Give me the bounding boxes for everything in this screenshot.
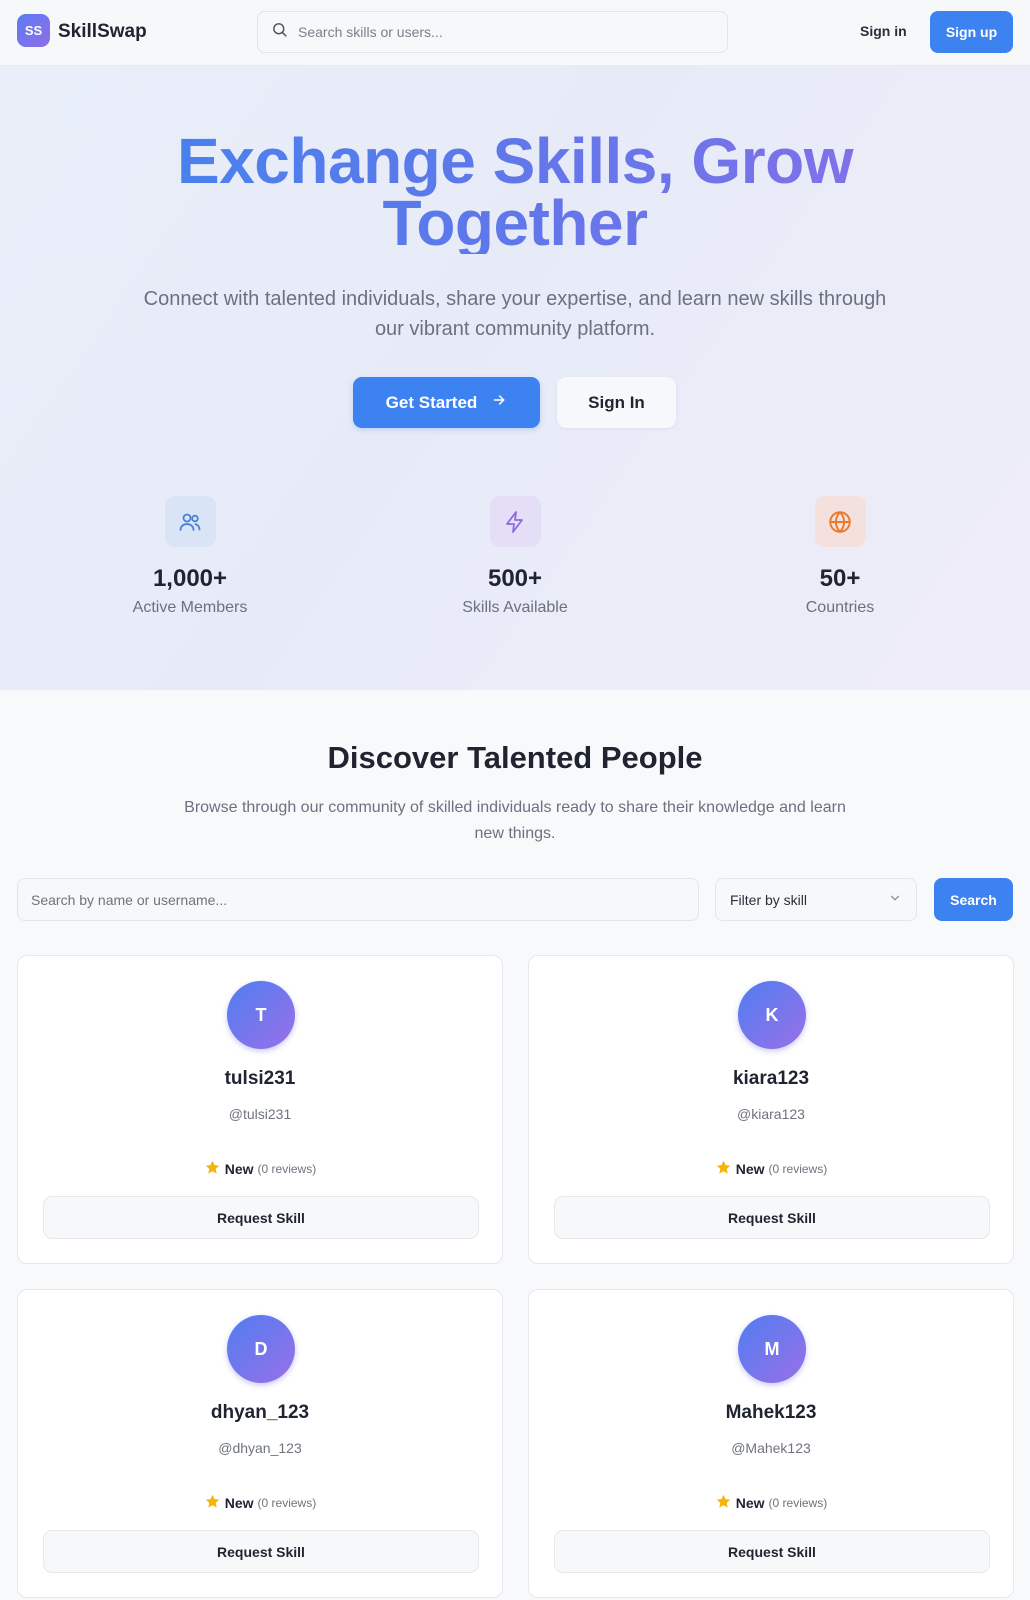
user-name[interactable]: kiara123 — [529, 1068, 1013, 1090]
chevron-down-icon — [888, 891, 902, 908]
star-icon — [715, 1493, 732, 1513]
stat-value: 1,000+ — [152, 565, 228, 592]
hero-title-line-2: Together — [382, 187, 648, 259]
users-icon — [164, 496, 216, 547]
hero-subtitle: Connect with talented individuals, share… — [115, 284, 915, 344]
stat-label: Countries — [805, 599, 875, 616]
user-handle: @kiara123 — [737, 1106, 805, 1122]
user-rating: New (0 reviews) — [529, 1493, 1013, 1513]
review-count: (0 reviews) — [257, 1162, 317, 1176]
avatar[interactable]: D — [227, 1315, 295, 1383]
get-started-label: Get Started — [385, 392, 478, 412]
user-card: D dhyan_123 @dhyan_123 New (0 reviews) R… — [17, 1289, 503, 1598]
lightning-icon — [489, 496, 541, 547]
user-name[interactable]: tulsi231 — [18, 1068, 502, 1090]
review-count: (0 reviews) — [257, 1496, 317, 1510]
star-icon — [204, 1159, 221, 1179]
user-card: T tulsi231 @tulsi231 New (0 reviews) Req… — [17, 955, 503, 1264]
rating-status: New — [735, 1495, 765, 1511]
request-skill-button[interactable]: Request Skill — [554, 1530, 990, 1573]
user-handle: @dhyan_123 — [218, 1440, 302, 1456]
review-count: (0 reviews) — [768, 1496, 828, 1510]
user-name[interactable]: dhyan_123 — [18, 1402, 502, 1424]
brand-name[interactable]: SkillSwap — [58, 21, 147, 43]
get-started-button[interactable]: Get Started — [353, 377, 540, 428]
arrow-right-icon — [491, 392, 507, 413]
search-icon — [271, 21, 288, 43]
stat-value: 50+ — [819, 565, 861, 592]
rating-status: New — [735, 1161, 765, 1177]
stat-skills: 500+ Skills Available — [395, 496, 635, 617]
request-skill-button[interactable]: Request Skill — [554, 1196, 990, 1239]
global-search-input[interactable] — [298, 24, 718, 40]
search-button[interactable]: Search — [934, 878, 1013, 921]
user-card: K kiara123 @kiara123 New (0 reviews) Req… — [528, 955, 1014, 1264]
stat-value: 500+ — [487, 565, 543, 592]
rating-status: New — [224, 1495, 254, 1511]
hero-subtitle-line-1: Connect with talented individuals, share… — [143, 288, 887, 310]
discover-subtitle-line-1: Browse through our community of skilled … — [184, 799, 846, 816]
avatar[interactable]: T — [227, 981, 295, 1049]
stat-members: 1,000+ Active Members — [70, 496, 310, 617]
hero-title: Exchange Skills, Grow Together — [0, 130, 1030, 254]
star-icon — [204, 1493, 221, 1513]
user-rating: New (0 reviews) — [529, 1159, 1013, 1179]
user-rating: New (0 reviews) — [18, 1493, 502, 1513]
globe-icon — [814, 496, 866, 547]
logo[interactable]: SS — [17, 14, 50, 47]
user-handle: @Mahek123 — [731, 1440, 811, 1456]
name-search-field[interactable] — [17, 878, 699, 921]
avatar[interactable]: K — [738, 981, 806, 1049]
skill-filter-select[interactable]: Filter by skill — [715, 878, 917, 921]
sign-up-button[interactable]: Sign up — [930, 11, 1013, 53]
discover-subtitle: Browse through our community of skilled … — [155, 795, 875, 847]
skill-filter-value: Filter by skill — [730, 891, 808, 908]
review-count: (0 reviews) — [768, 1162, 828, 1176]
user-handle: @tulsi231 — [228, 1106, 292, 1122]
top-nav: SS SkillSwap Sign in Sign up — [0, 0, 1030, 66]
hero-sign-in-button[interactable]: Sign In — [557, 377, 676, 428]
user-name[interactable]: Mahek123 — [529, 1402, 1013, 1424]
request-skill-button[interactable]: Request Skill — [43, 1196, 479, 1239]
request-skill-button[interactable]: Request Skill — [43, 1530, 479, 1573]
stat-countries: 50+ Countries — [720, 496, 960, 617]
user-rating: New (0 reviews) — [18, 1159, 502, 1179]
discover-title: Discover Talented People — [327, 740, 703, 775]
hero-section: Exchange Skills, Grow Together Connect w… — [0, 66, 1030, 690]
hero-title-line-1: Exchange Skills, Grow — [177, 125, 853, 197]
name-search-input[interactable] — [31, 891, 671, 908]
user-card: M Mahek123 @Mahek123 New (0 reviews) Req… — [528, 1289, 1014, 1598]
hero-subtitle-line-2: our vibrant community platform. — [374, 318, 656, 340]
avatar[interactable]: M — [738, 1315, 806, 1383]
discover-subtitle-line-2: new things. — [474, 825, 556, 842]
stat-label: Active Members — [132, 599, 248, 616]
sign-in-link[interactable]: Sign in — [860, 23, 907, 39]
stat-label: Skills Available — [462, 599, 568, 616]
global-search[interactable] — [257, 11, 728, 53]
rating-status: New — [224, 1161, 254, 1177]
star-icon — [715, 1159, 732, 1179]
